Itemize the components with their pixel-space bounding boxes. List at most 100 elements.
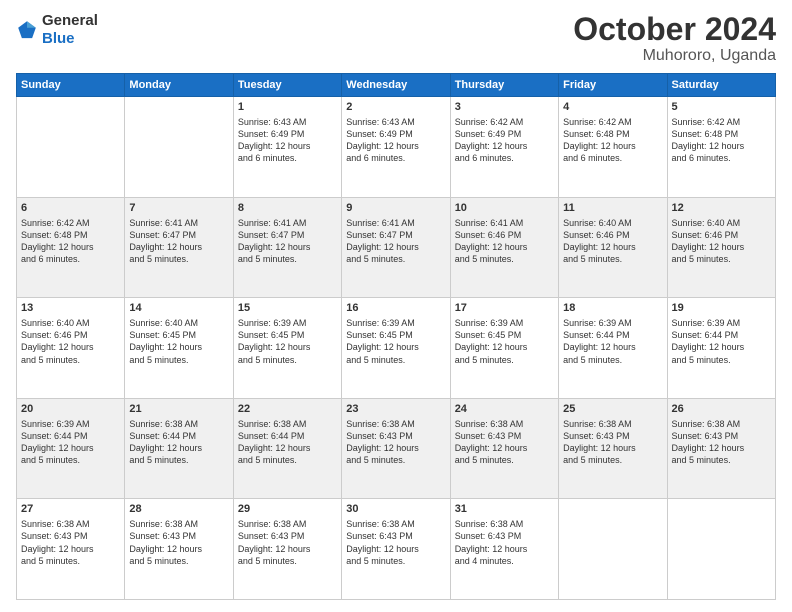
calendar-cell <box>17 97 125 198</box>
calendar-cell: 14Sunrise: 6:40 AMSunset: 6:45 PMDayligh… <box>125 298 233 399</box>
day-number: 25 <box>563 402 662 417</box>
calendar-cell: 21Sunrise: 6:38 AMSunset: 6:44 PMDayligh… <box>125 398 233 499</box>
header-tuesday: Tuesday <box>233 74 341 97</box>
day-info: Sunrise: 6:40 AMSunset: 6:45 PMDaylight:… <box>129 317 228 366</box>
day-number: 8 <box>238 201 337 216</box>
day-number: 7 <box>129 201 228 216</box>
day-number: 10 <box>455 201 554 216</box>
day-info: Sunrise: 6:41 AMSunset: 6:46 PMDaylight:… <box>455 217 554 266</box>
day-number: 4 <box>563 100 662 115</box>
calendar-cell: 13Sunrise: 6:40 AMSunset: 6:46 PMDayligh… <box>17 298 125 399</box>
day-info: Sunrise: 6:38 AMSunset: 6:43 PMDaylight:… <box>129 518 228 567</box>
logo-general: General <box>42 12 98 29</box>
calendar-cell <box>559 499 667 600</box>
calendar-table: Sunday Monday Tuesday Wednesday Thursday… <box>16 73 776 600</box>
calendar-cell: 4Sunrise: 6:42 AMSunset: 6:48 PMDaylight… <box>559 97 667 198</box>
day-number: 11 <box>563 201 662 216</box>
calendar-cell: 26Sunrise: 6:38 AMSunset: 6:43 PMDayligh… <box>667 398 775 499</box>
day-info: Sunrise: 6:39 AMSunset: 6:45 PMDaylight:… <box>455 317 554 366</box>
calendar-cell: 9Sunrise: 6:41 AMSunset: 6:47 PMDaylight… <box>342 197 450 298</box>
day-info: Sunrise: 6:42 AMSunset: 6:48 PMDaylight:… <box>21 217 120 266</box>
calendar-cell: 30Sunrise: 6:38 AMSunset: 6:43 PMDayligh… <box>342 499 450 600</box>
day-number: 16 <box>346 301 445 316</box>
calendar-cell: 22Sunrise: 6:38 AMSunset: 6:44 PMDayligh… <box>233 398 341 499</box>
day-number: 9 <box>346 201 445 216</box>
week-row-3: 20Sunrise: 6:39 AMSunset: 6:44 PMDayligh… <box>17 398 776 499</box>
day-info: Sunrise: 6:39 AMSunset: 6:44 PMDaylight:… <box>21 418 120 467</box>
calendar-cell: 8Sunrise: 6:41 AMSunset: 6:47 PMDaylight… <box>233 197 341 298</box>
day-info: Sunrise: 6:38 AMSunset: 6:43 PMDaylight:… <box>563 418 662 467</box>
day-info: Sunrise: 6:39 AMSunset: 6:44 PMDaylight:… <box>672 317 771 366</box>
calendar-cell: 23Sunrise: 6:38 AMSunset: 6:43 PMDayligh… <box>342 398 450 499</box>
day-info: Sunrise: 6:41 AMSunset: 6:47 PMDaylight:… <box>238 217 337 266</box>
week-row-4: 27Sunrise: 6:38 AMSunset: 6:43 PMDayligh… <box>17 499 776 600</box>
logo-text: General Blue <box>42 12 98 48</box>
day-info: Sunrise: 6:38 AMSunset: 6:43 PMDaylight:… <box>455 518 554 567</box>
day-info: Sunrise: 6:40 AMSunset: 6:46 PMDaylight:… <box>563 217 662 266</box>
day-info: Sunrise: 6:38 AMSunset: 6:43 PMDaylight:… <box>21 518 120 567</box>
day-info: Sunrise: 6:41 AMSunset: 6:47 PMDaylight:… <box>129 217 228 266</box>
day-number: 31 <box>455 502 554 517</box>
day-info: Sunrise: 6:38 AMSunset: 6:43 PMDaylight:… <box>346 418 445 467</box>
day-number: 23 <box>346 402 445 417</box>
logo-icon <box>16 19 38 41</box>
day-number: 12 <box>672 201 771 216</box>
logo-blue: Blue <box>42 30 75 47</box>
title-location: Muhororo, Uganda <box>573 47 776 65</box>
day-info: Sunrise: 6:39 AMSunset: 6:45 PMDaylight:… <box>346 317 445 366</box>
title-month: October 2024 <box>573 12 776 47</box>
day-number: 21 <box>129 402 228 417</box>
calendar-cell: 10Sunrise: 6:41 AMSunset: 6:46 PMDayligh… <box>450 197 558 298</box>
day-info: Sunrise: 6:43 AMSunset: 6:49 PMDaylight:… <box>238 116 337 165</box>
calendar-cell: 15Sunrise: 6:39 AMSunset: 6:45 PMDayligh… <box>233 298 341 399</box>
calendar-cell: 17Sunrise: 6:39 AMSunset: 6:45 PMDayligh… <box>450 298 558 399</box>
day-info: Sunrise: 6:38 AMSunset: 6:43 PMDaylight:… <box>672 418 771 467</box>
header-friday: Friday <box>559 74 667 97</box>
day-number: 28 <box>129 502 228 517</box>
week-row-1: 6Sunrise: 6:42 AMSunset: 6:48 PMDaylight… <box>17 197 776 298</box>
day-number: 19 <box>672 301 771 316</box>
title-section: October 2024 Muhororo, Uganda <box>573 12 776 65</box>
day-info: Sunrise: 6:41 AMSunset: 6:47 PMDaylight:… <box>346 217 445 266</box>
header-saturday: Saturday <box>667 74 775 97</box>
day-number: 30 <box>346 502 445 517</box>
day-number: 6 <box>21 201 120 216</box>
day-number: 20 <box>21 402 120 417</box>
calendar-cell <box>667 499 775 600</box>
day-info: Sunrise: 6:40 AMSunset: 6:46 PMDaylight:… <box>21 317 120 366</box>
calendar-cell: 3Sunrise: 6:42 AMSunset: 6:49 PMDaylight… <box>450 97 558 198</box>
day-info: Sunrise: 6:39 AMSunset: 6:45 PMDaylight:… <box>238 317 337 366</box>
calendar-cell: 18Sunrise: 6:39 AMSunset: 6:44 PMDayligh… <box>559 298 667 399</box>
calendar-cell: 2Sunrise: 6:43 AMSunset: 6:49 PMDaylight… <box>342 97 450 198</box>
day-number: 3 <box>455 100 554 115</box>
day-number: 18 <box>563 301 662 316</box>
day-info: Sunrise: 6:42 AMSunset: 6:48 PMDaylight:… <box>563 116 662 165</box>
calendar-cell: 31Sunrise: 6:38 AMSunset: 6:43 PMDayligh… <box>450 499 558 600</box>
day-number: 14 <box>129 301 228 316</box>
calendar-cell: 19Sunrise: 6:39 AMSunset: 6:44 PMDayligh… <box>667 298 775 399</box>
day-info: Sunrise: 6:40 AMSunset: 6:46 PMDaylight:… <box>672 217 771 266</box>
day-info: Sunrise: 6:38 AMSunset: 6:44 PMDaylight:… <box>129 418 228 467</box>
header-monday: Monday <box>125 74 233 97</box>
header-sunday: Sunday <box>17 74 125 97</box>
calendar-cell: 24Sunrise: 6:38 AMSunset: 6:43 PMDayligh… <box>450 398 558 499</box>
day-number: 15 <box>238 301 337 316</box>
day-info: Sunrise: 6:38 AMSunset: 6:43 PMDaylight:… <box>238 518 337 567</box>
calendar-cell: 27Sunrise: 6:38 AMSunset: 6:43 PMDayligh… <box>17 499 125 600</box>
day-number: 22 <box>238 402 337 417</box>
calendar-cell: 29Sunrise: 6:38 AMSunset: 6:43 PMDayligh… <box>233 499 341 600</box>
day-number: 29 <box>238 502 337 517</box>
day-number: 5 <box>672 100 771 115</box>
header-thursday: Thursday <box>450 74 558 97</box>
calendar-cell: 28Sunrise: 6:38 AMSunset: 6:43 PMDayligh… <box>125 499 233 600</box>
week-row-0: 1Sunrise: 6:43 AMSunset: 6:49 PMDaylight… <box>17 97 776 198</box>
calendar-cell: 25Sunrise: 6:38 AMSunset: 6:43 PMDayligh… <box>559 398 667 499</box>
day-info: Sunrise: 6:38 AMSunset: 6:43 PMDaylight:… <box>455 418 554 467</box>
week-row-2: 13Sunrise: 6:40 AMSunset: 6:46 PMDayligh… <box>17 298 776 399</box>
calendar-cell: 1Sunrise: 6:43 AMSunset: 6:49 PMDaylight… <box>233 97 341 198</box>
header: General Blue October 2024 Muhororo, Ugan… <box>16 12 776 65</box>
day-number: 24 <box>455 402 554 417</box>
day-number: 2 <box>346 100 445 115</box>
calendar-cell: 20Sunrise: 6:39 AMSunset: 6:44 PMDayligh… <box>17 398 125 499</box>
day-info: Sunrise: 6:39 AMSunset: 6:44 PMDaylight:… <box>563 317 662 366</box>
